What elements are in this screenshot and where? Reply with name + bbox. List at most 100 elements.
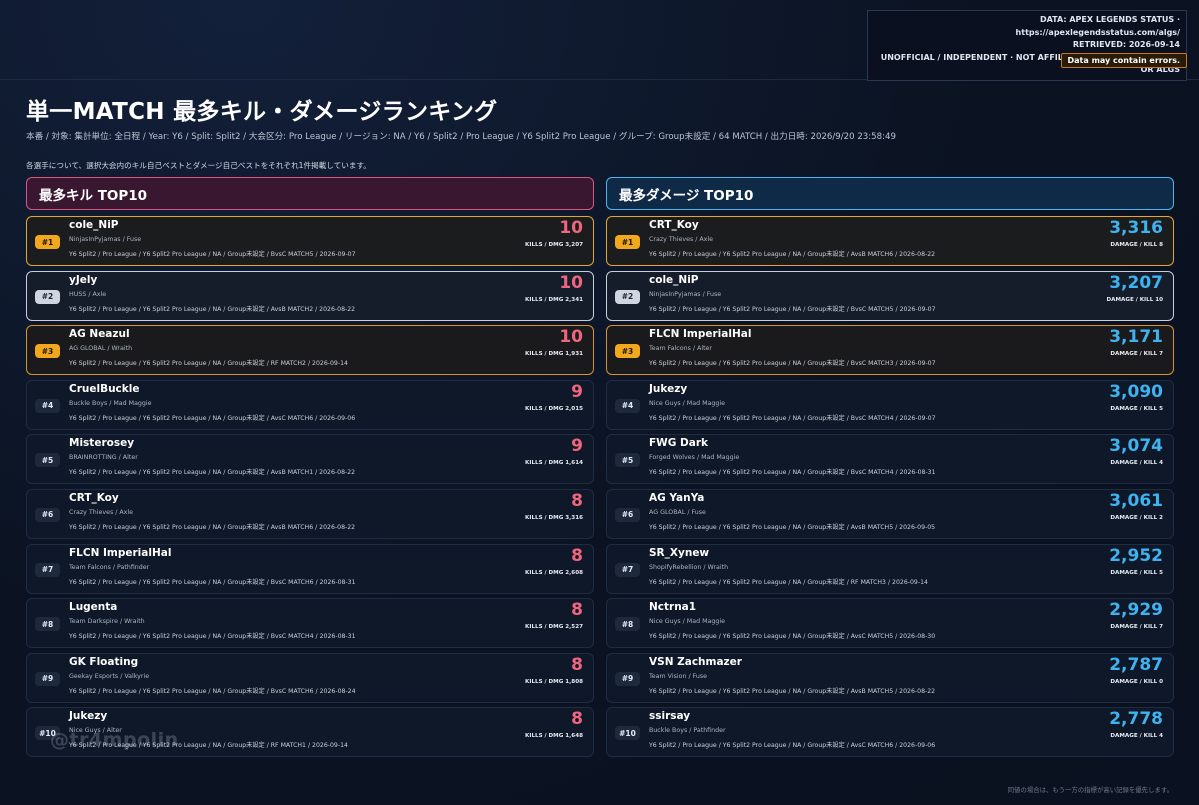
stat-subline: DAMAGE / KILL 5 bbox=[1110, 569, 1163, 576]
rank-badge: #10 bbox=[35, 726, 60, 741]
kills-panel-heading: 最多キル TOP10 bbox=[26, 177, 594, 210]
rank-badge: #10 bbox=[615, 726, 640, 741]
ranking-row: #8 Nctrna1 Nice Guys / Mad Maggie Y6 Split2… bbox=[606, 598, 1174, 649]
damage-value: 2,929 bbox=[1109, 600, 1163, 621]
rank-badge: #3 bbox=[35, 344, 60, 359]
match-info: Y6 Split2 / Pro League / Y6 Split2 Pro L… bbox=[649, 523, 936, 531]
match-info: Y6 Split2 / Pro League / Y6 Split2 Pro L… bbox=[649, 687, 936, 695]
footnote: 同値の場合は、もう一方の指標が高い記録を優先します。 bbox=[1007, 786, 1173, 794]
kill-count: 10 bbox=[559, 218, 583, 238]
player-team-legend: Crazy Thieves / Axle bbox=[69, 508, 134, 516]
stat-subline: DAMAGE / KILL 7 bbox=[1110, 351, 1163, 358]
player-name: FLCN ImperialHal bbox=[69, 546, 172, 559]
page-title: 単一MATCH 最多キル・ダメージランキング bbox=[26, 99, 498, 125]
player-name: Lugenta bbox=[69, 601, 118, 614]
match-info: Y6 Split2 / Pro League / Y6 Split2 Pro L… bbox=[649, 360, 936, 368]
player-name: cole_NiP bbox=[69, 219, 119, 231]
ranking-row: #1 cole_NiP NinjasInPyjamas / Fuse Y6 Split… bbox=[26, 216, 594, 266]
damage-value: 2,787 bbox=[1109, 654, 1163, 675]
rank-badge: #7 bbox=[615, 562, 640, 577]
player-name: Nctrna1 bbox=[649, 601, 697, 614]
match-info: Y6 Split2 / Pro League / Y6 Split2 Pro L… bbox=[649, 469, 936, 477]
player-name: ssirsay bbox=[649, 710, 691, 723]
player-team-legend: Nice Guys / Mad Maggie bbox=[649, 399, 725, 407]
rank-badge: #8 bbox=[615, 617, 640, 632]
player-team-legend: NinjasInPyjamas / Fuse bbox=[69, 236, 142, 243]
player-name: FLCN ImperialHal bbox=[649, 328, 752, 341]
match-info: Y6 Split2 / Pro League / Y6 Split2 Pro L… bbox=[69, 633, 356, 641]
damage-value: 3,316 bbox=[1109, 218, 1163, 238]
kill-count: 8 bbox=[571, 600, 583, 621]
kill-count: 8 bbox=[571, 709, 583, 730]
ranking-row: #2 yJely HUSS / Axle Y6 Split2 / Pro League… bbox=[26, 270, 594, 321]
ranking-row: #10 ssirsay Buckle Boys / Pathfinder Y6 Spl… bbox=[606, 707, 1174, 758]
damage-panel-heading: 最多ダメージ TOP10 bbox=[606, 177, 1174, 210]
player-name: FWG Dark bbox=[649, 437, 708, 450]
kill-count: 10 bbox=[559, 272, 583, 293]
ranking-row: #4 CruelBuckle Buckle Boys / Mad Maggie Y6 … bbox=[26, 379, 594, 430]
match-info: Y6 Split2 / Pro League / Y6 Split2 Pro L… bbox=[69, 251, 356, 258]
ranking-row: #9 VSN Zachmazer Team Vision / Fuse Y6 Spli… bbox=[606, 652, 1174, 703]
stat-subline: DAMAGE / KILL 5 bbox=[1110, 405, 1163, 412]
stat-subline: KILLS / DMG 1,614 bbox=[525, 460, 583, 467]
player-team-legend: Team Falcons / Alter bbox=[649, 345, 712, 353]
stat-subline: KILLS / DMG 1,648 bbox=[525, 733, 583, 740]
player-name: yJely bbox=[69, 273, 98, 286]
damage-value: 2,952 bbox=[1109, 545, 1163, 566]
stat-subline: KILLS / DMG 3,207 bbox=[525, 242, 583, 248]
rank-badge: #1 bbox=[35, 235, 60, 249]
match-info: Y6 Split2 / Pro League / Y6 Split2 Pro L… bbox=[69, 305, 356, 313]
damage-value: 3,207 bbox=[1109, 272, 1163, 293]
rank-badge: #9 bbox=[35, 671, 60, 686]
player-name: Misterosey bbox=[69, 437, 135, 450]
ranking-row: #7 SR_Xynew ShopifyRebellion / Wraith Y6 Sp… bbox=[606, 543, 1174, 594]
match-info: Y6 Split2 / Pro League / Y6 Split2 Pro L… bbox=[649, 414, 936, 422]
match-info: Y6 Split2 / Pro League / Y6 Split2 Pro L… bbox=[69, 360, 348, 368]
match-info: Y6 Split2 / Pro League / Y6 Split2 Pro L… bbox=[69, 742, 348, 750]
kill-count: 8 bbox=[571, 545, 583, 566]
player-name: GK Floating bbox=[69, 655, 139, 668]
player-team-legend: HUSS / Axle bbox=[69, 290, 107, 298]
match-info: Y6 Split2 / Pro League / Y6 Split2 Pro L… bbox=[649, 305, 936, 313]
match-info: Y6 Split2 / Pro League / Y6 Split2 Pro L… bbox=[649, 251, 936, 258]
filter-meta: 本番 / 対象: 集計単位: 全日程 / Year: Y6 / Split: S… bbox=[26, 132, 896, 142]
rank-badge: #2 bbox=[615, 289, 640, 304]
player-name: VSN Zachmazer bbox=[649, 655, 742, 668]
stat-subline: KILLS / DMG 2,341 bbox=[525, 296, 583, 303]
player-team-legend: NinjasInPyjamas / Fuse bbox=[649, 290, 722, 298]
stat-subline: DAMAGE / KILL 2 bbox=[1110, 514, 1163, 521]
player-team-legend: ShopifyRebellion / Wraith bbox=[649, 563, 729, 571]
damage-value: 3,061 bbox=[1109, 490, 1163, 511]
ranking-row: #7 FLCN ImperialHal Team Falcons / Pathfin… bbox=[26, 543, 594, 594]
player-name: CruelBuckle bbox=[69, 382, 140, 395]
rank-badge: #5 bbox=[35, 453, 60, 468]
stat-subline: KILLS / DMG 2,015 bbox=[525, 405, 583, 412]
stat-subline: DAMAGE / KILL 10 bbox=[1106, 296, 1164, 303]
warning-badge: Data may contain errors. bbox=[1060, 53, 1187, 68]
stat-subline: KILLS / DMG 2,608 bbox=[525, 569, 583, 576]
player-name: CRT_Koy bbox=[649, 219, 699, 231]
player-name: Jukezy bbox=[649, 382, 688, 395]
player-team-legend: Forged Wolves / Mad Maggie bbox=[649, 454, 740, 462]
ranking-row: #9 GK Floating Geekay Esports / Valkyrie Y6… bbox=[26, 652, 594, 703]
player-name: SR_Xynew bbox=[649, 546, 710, 559]
match-info: Y6 Split2 / Pro League / Y6 Split2 Pro L… bbox=[649, 633, 936, 641]
ranking-row: #6 CRT_Koy Crazy Thieves / Axle Y6 Split2 /… bbox=[26, 488, 594, 539]
player-team-legend: Buckle Boys / Pathfinder bbox=[649, 727, 726, 735]
stat-subline: KILLS / DMG 3,316 bbox=[525, 514, 583, 521]
kills-list: #1 cole_NiP NinjasInPyjamas / Fuse Y6 Split… bbox=[26, 216, 594, 758]
damage-value: 2,778 bbox=[1109, 709, 1163, 730]
damage-value: 3,074 bbox=[1109, 436, 1163, 457]
match-info: Y6 Split2 / Pro League / Y6 Split2 Pro L… bbox=[69, 687, 356, 695]
stat-subline: KILLS / DMG 1,808 bbox=[525, 678, 583, 685]
rank-badge: #7 bbox=[35, 562, 60, 577]
stat-subline: DAMAGE / KILL 8 bbox=[1110, 242, 1163, 248]
rank-badge: #6 bbox=[35, 507, 60, 522]
damage-list: #1 CRT_Koy Crazy Thieves / Axle Y6 Split2 /… bbox=[606, 216, 1174, 758]
ranking-row: #5 Misterosey BRAINROTTING / Alter Y6 Split… bbox=[26, 434, 594, 485]
kills-ranking-panel: 最多キル TOP10 #1 cole_NiP NinjasInPyjamas / F… bbox=[26, 177, 594, 762]
player-name: AG Neazul bbox=[69, 328, 130, 341]
kill-count: 8 bbox=[571, 654, 583, 675]
stat-subline: KILLS / DMG 1,931 bbox=[525, 351, 583, 358]
ranking-row: #5 FWG Dark Forged Wolves / Mad Maggie Y6 S… bbox=[606, 434, 1174, 485]
